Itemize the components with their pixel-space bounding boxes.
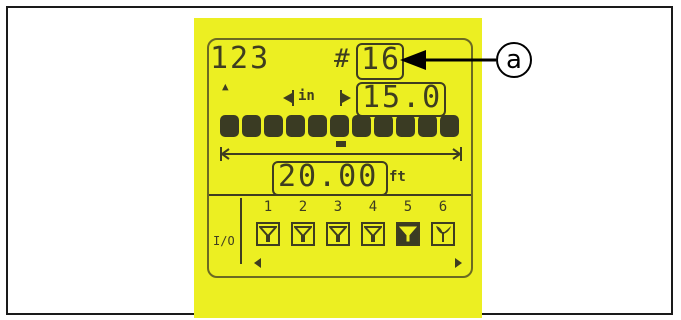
row-number: 2: [298, 199, 308, 215]
io-divider: [240, 198, 242, 264]
number-prefix: #: [334, 44, 352, 74]
plant-icon: [436, 226, 451, 242]
spacing-arrows-icon: [283, 90, 351, 106]
io-label: I/O: [213, 234, 235, 248]
row-funnel-button[interactable]: [326, 222, 350, 246]
width-value: 20.00: [278, 159, 379, 194]
scroll-arrows: [254, 258, 462, 268]
section-segment: [330, 115, 349, 137]
spacing-value: 15.0: [362, 80, 443, 115]
row-number: 6: [438, 199, 448, 215]
divider: [209, 194, 471, 196]
scroll-left-icon: [254, 258, 261, 268]
row-funnel-button[interactable]: [256, 222, 280, 246]
row-plant-button[interactable]: [431, 222, 455, 246]
funnel-icon: [329, 226, 347, 242]
row-number: 4: [368, 199, 378, 215]
section-segment: [396, 115, 415, 137]
number-box[interactable]: 16: [356, 43, 404, 80]
funnel-icon: [259, 226, 277, 242]
width-box[interactable]: 20.00: [272, 161, 388, 196]
section-segment: [286, 115, 305, 137]
section-segment: [242, 115, 261, 137]
row-funnel-button[interactable]: [361, 222, 385, 246]
row-counter: 123: [210, 41, 271, 76]
funnel-icon: [364, 226, 382, 242]
section-segment: [440, 115, 459, 137]
row-number: 1: [263, 199, 273, 215]
section-segment: [264, 115, 283, 137]
spacing-unit: in: [298, 88, 315, 104]
row-number: 3: [333, 199, 343, 215]
section-segment: [352, 115, 371, 137]
scroll-right-icon: [455, 258, 462, 268]
up-arrow-icon: ▲: [222, 80, 229, 93]
funnel-icon: [399, 226, 417, 242]
section-segment: [308, 115, 327, 137]
width-unit: ft: [389, 169, 406, 185]
section-segment: [418, 115, 437, 137]
funnel-icon: [294, 226, 312, 242]
row-funnel-button[interactable]: [291, 222, 315, 246]
callout-label: a: [496, 42, 532, 78]
spacing-box[interactable]: 15.0: [356, 82, 446, 117]
section-segment: [220, 115, 239, 137]
section-segment: [374, 115, 393, 137]
number-value: 16: [361, 42, 402, 77]
row-funnel-button-active[interactable]: [396, 222, 420, 246]
row-number: 5: [403, 199, 413, 215]
